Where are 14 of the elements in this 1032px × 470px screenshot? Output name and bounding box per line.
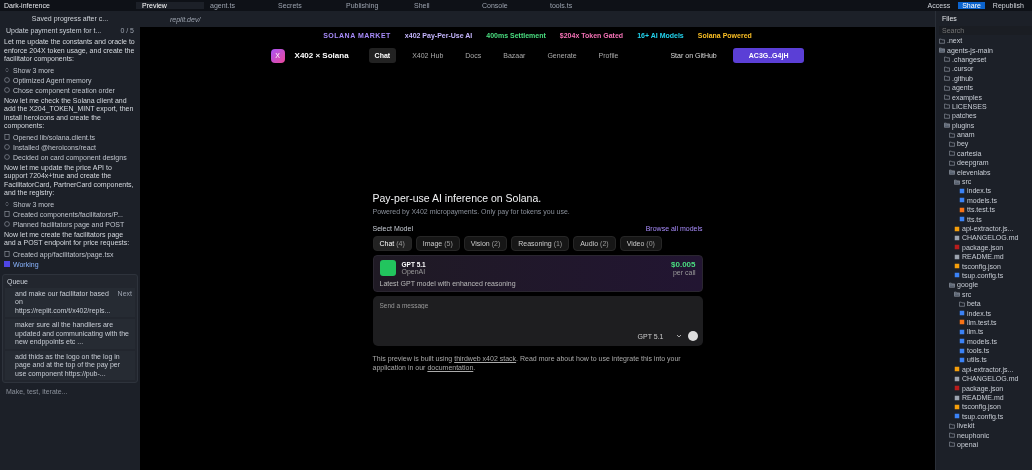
- brand-name: X402 × Solana: [294, 51, 349, 60]
- caret-icon: [675, 334, 682, 338]
- file-icon: [4, 134, 10, 140]
- model-price: $0.005: [671, 260, 696, 269]
- expand-icon: [4, 201, 10, 207]
- info-icon: [4, 154, 10, 160]
- file-icon: [4, 211, 10, 217]
- info-icon: [4, 221, 10, 227]
- file-icon: [4, 251, 10, 257]
- expand-icon: [4, 67, 10, 73]
- working-icon: [4, 261, 10, 267]
- send-button[interactable]: [687, 331, 698, 341]
- hero-title: Pay-per-use AI inference on Solana.: [372, 192, 543, 204]
- model-icon: [379, 260, 396, 276]
